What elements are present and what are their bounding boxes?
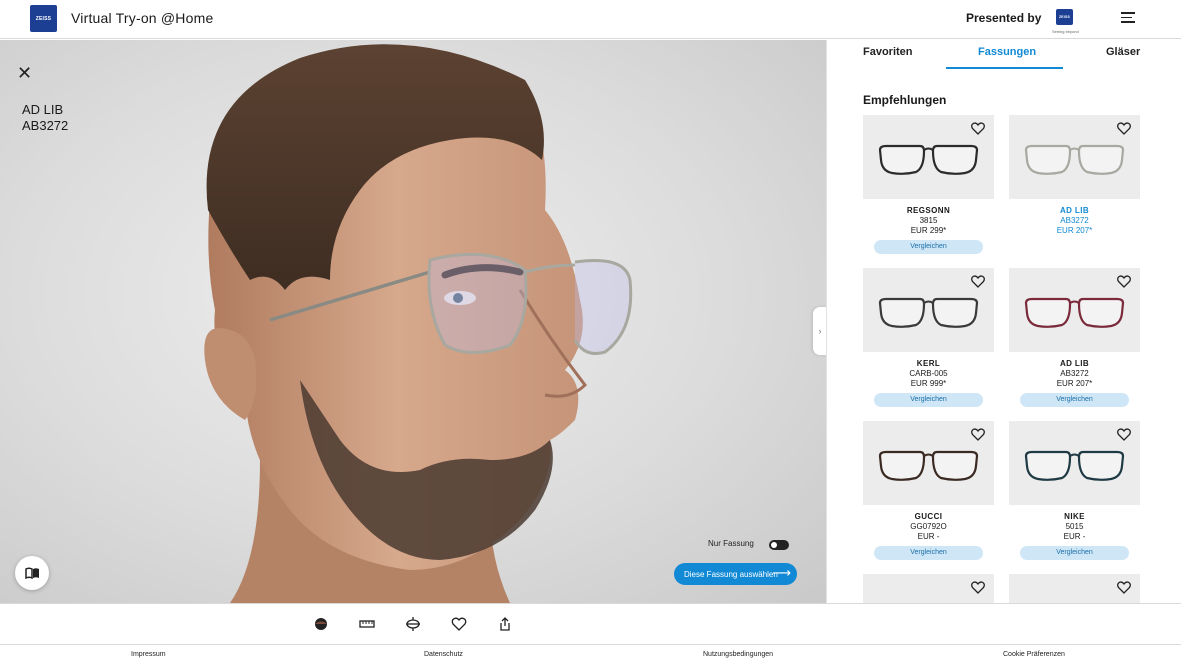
zeiss-logo[interactable]: ZEISS: [30, 5, 57, 32]
active-tab-indicator: [946, 67, 1063, 69]
tab-favoriten[interactable]: Favoriten: [863, 46, 913, 58]
heart-icon[interactable]: [971, 581, 985, 594]
partner-logo-text: ZEISS: [1058, 15, 1071, 19]
compare-button[interactable]: Vergleichen: [874, 546, 983, 560]
frame-card-placeholder[interactable]: [863, 574, 994, 603]
frame-brand: NIKE: [1064, 512, 1085, 521]
panel-tabs: Favoriten Fassungen Gläser: [827, 40, 1181, 70]
frame-price: EUR 999*: [910, 379, 947, 388]
partner-logo: ZEISS: [1056, 9, 1073, 25]
frame-model: GG0792O: [910, 522, 947, 531]
frame-model: 3815: [919, 216, 938, 225]
frame-card[interactable]: AD LIB AB3272 EUR 207*: [1009, 115, 1140, 265]
compare-button[interactable]: Vergleichen: [1020, 546, 1129, 560]
section-title: Empfehlungen: [863, 93, 947, 107]
try-on-viewer[interactable]: ✕ AD LIB AB3272 Nur Fassung Diese Fassun…: [0, 40, 826, 603]
heart-icon[interactable]: [971, 122, 985, 135]
frame-thumbnail[interactable]: [1009, 115, 1140, 199]
frame-model: 5015: [1065, 522, 1084, 531]
nur-fassung-label: Nur Fassung: [708, 539, 754, 548]
footer: Impressum Datenschutz Nutzungsbedingunge…: [0, 644, 1181, 664]
chevron-right-icon: ›: [818, 326, 822, 336]
current-frame-brand: AD LIB: [22, 102, 64, 117]
heart-icon[interactable]: [971, 275, 985, 288]
ruler-icon[interactable]: [359, 616, 375, 632]
lens-compare-icon[interactable]: [405, 616, 421, 632]
app-header: ZEISS Virtual Try-on @Home Presented by …: [0, 0, 1181, 39]
frame-model: AB3272: [1060, 216, 1089, 225]
bottom-toolbar: [0, 603, 1181, 644]
app-title: Virtual Try-on @Home: [71, 10, 214, 26]
select-frame-label: Diese Fassung auswählen: [684, 569, 778, 579]
compare-button[interactable]: Vergleichen: [1020, 393, 1129, 407]
frame-price: EUR 207*: [1056, 226, 1093, 235]
frame-card-placeholder[interactable]: [1009, 574, 1140, 603]
compare-button[interactable]: Vergleichen: [874, 240, 983, 254]
hamburger-menu-icon[interactable]: [1121, 9, 1139, 27]
frame-card[interactable]: AD LIB AB3272 EUR 207* Vergleichen: [1009, 268, 1140, 418]
heart-icon[interactable]: [1117, 581, 1131, 594]
close-icon[interactable]: ✕: [17, 63, 32, 84]
avatar-head-with-glasses[interactable]: [190, 40, 640, 603]
frame-brand: REGSONN: [906, 206, 951, 215]
heart-icon[interactable]: [1117, 122, 1131, 135]
footer-link-nutzungsbedingungen[interactable]: Nutzungsbedingungen: [703, 651, 773, 658]
frame-price: EUR 299*: [910, 226, 947, 235]
frame-card[interactable]: NIKE 5015 EUR - Vergleichen: [1009, 421, 1140, 571]
panel-collapse-handle[interactable]: ›: [813, 307, 827, 355]
frame-model: CARB-005: [909, 369, 948, 378]
share-icon[interactable]: [497, 616, 513, 632]
glasses-frame-image: [878, 144, 979, 175]
select-frame-button[interactable]: Diese Fassung auswählen ⟶: [674, 563, 797, 585]
footer-link-cookie-praeferenzen[interactable]: Cookie Präferenzen: [1003, 651, 1065, 658]
logo-text: ZEISS: [35, 15, 52, 22]
partner-tagline: Seeing beyond: [1052, 29, 1079, 34]
glasses-frame-image: [1024, 144, 1125, 175]
current-frame-model: AB3272: [22, 118, 69, 133]
heart-icon[interactable]: [1117, 428, 1131, 441]
frame-brand: GUCCI: [914, 512, 943, 521]
nur-fassung-toggle[interactable]: [769, 540, 789, 550]
catalog-button[interactable]: [15, 556, 49, 590]
glasses-frame-image: [1024, 297, 1125, 328]
frame-thumbnail[interactable]: [863, 268, 994, 352]
heart-icon[interactable]: [1117, 275, 1131, 288]
heart-icon[interactable]: [971, 428, 985, 441]
frame-card[interactable]: GUCCI GG0792O EUR - Vergleichen: [863, 421, 994, 571]
frame-price: EUR -: [917, 532, 940, 541]
avatar-icon[interactable]: [313, 616, 329, 632]
tab-glaeser[interactable]: Gläser: [1106, 46, 1140, 58]
footer-link-datenschutz[interactable]: Datenschutz: [424, 651, 463, 658]
frame-price: EUR 207*: [1056, 379, 1093, 388]
footer-link-impressum[interactable]: Impressum: [131, 651, 166, 658]
frame-card[interactable]: REGSONN 3815 EUR 299* Vergleichen: [863, 115, 994, 265]
frame-thumbnail[interactable]: [1009, 268, 1140, 352]
frame-thumbnail[interactable]: [863, 115, 994, 199]
arrow-right-icon: ⟶: [772, 565, 791, 580]
glasses-frame-image: [1024, 450, 1125, 481]
glasses-frame-image: [878, 297, 979, 328]
presented-by-label: Presented by: [966, 11, 1042, 25]
frame-thumbnail[interactable]: [1009, 421, 1140, 505]
compare-button[interactable]: Vergleichen: [874, 393, 983, 407]
frame-brand: AD LIB: [1059, 206, 1090, 215]
open-book-icon: [24, 567, 39, 579]
frame-price: EUR -: [1063, 532, 1086, 541]
glasses-frame-image: [878, 450, 979, 481]
tab-fassungen[interactable]: Fassungen: [978, 46, 1036, 58]
frame-card[interactable]: KERL CARB-005 EUR 999* Vergleichen: [863, 268, 994, 418]
frames-panel: Favoriten Fassungen Gläser Empfehlungen …: [826, 40, 1181, 603]
frame-thumbnail[interactable]: [863, 421, 994, 505]
heart-icon[interactable]: [451, 616, 467, 632]
frame-brand: AD LIB: [1059, 359, 1090, 368]
frame-model: AB3272: [1060, 369, 1089, 378]
frame-brand: KERL: [916, 359, 941, 368]
